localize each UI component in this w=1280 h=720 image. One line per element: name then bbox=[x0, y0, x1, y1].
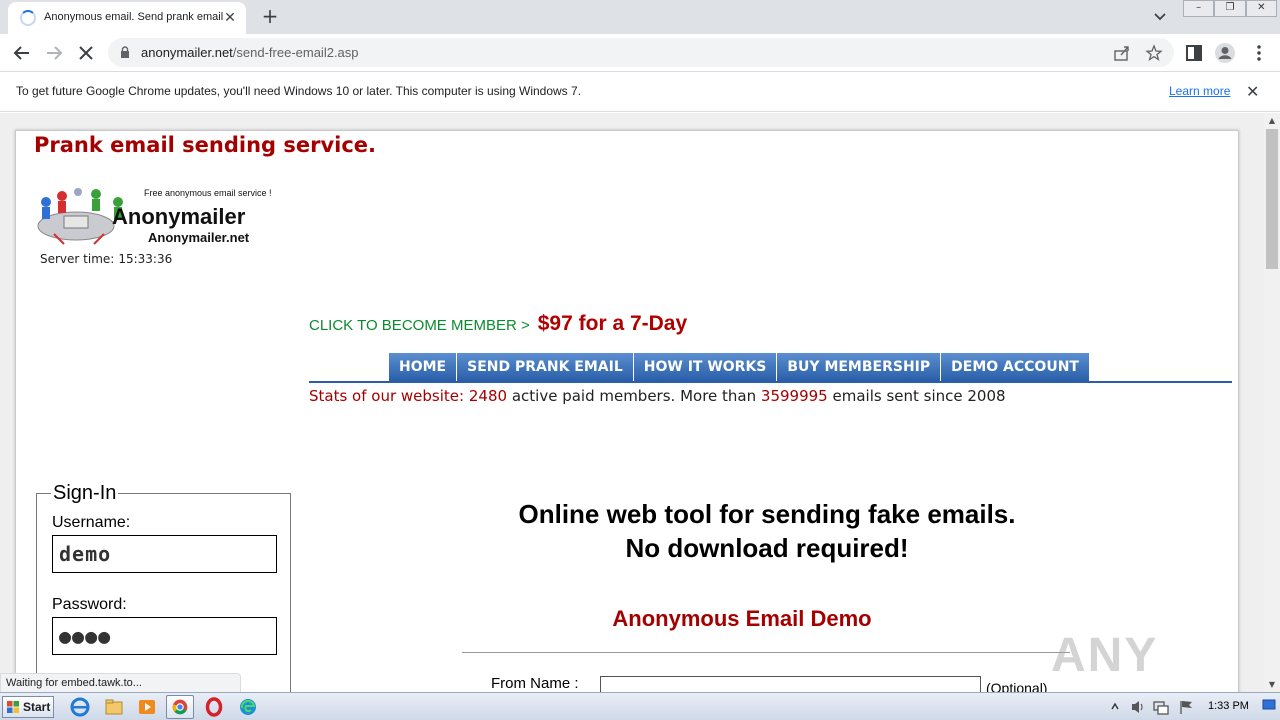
svg-text:Anonymailer.net: Anonymailer.net bbox=[148, 230, 250, 245]
tab-close-icon[interactable]: ✕ bbox=[220, 8, 240, 28]
page-brand-title: Prank email sending service. bbox=[34, 133, 377, 157]
restore-button[interactable]: ❐ bbox=[1214, 0, 1246, 17]
username-input[interactable]: demo bbox=[52, 535, 277, 573]
anonymailer-logo[interactable]: Free anonymous email service ! Anonymail… bbox=[34, 184, 274, 250]
svg-text:Anonymailer: Anonymailer bbox=[112, 204, 246, 229]
signin-box: Sign-In Username: demo Password: ●●●● bbox=[36, 482, 291, 692]
internet-explorer-icon[interactable] bbox=[66, 695, 94, 719]
from-name-input[interactable] bbox=[600, 676, 981, 692]
signin-legend: Sign-In bbox=[51, 482, 119, 505]
membership-price[interactable]: $97 for a 7-Day bbox=[538, 312, 687, 335]
media-player-icon[interactable] bbox=[133, 695, 161, 719]
close-window-button[interactable]: ✕ bbox=[1245, 0, 1277, 17]
page-headline: Online web tool for sending fake emails.… bbox=[396, 497, 1138, 565]
anyrun-watermark: ANY RUN bbox=[1051, 629, 1159, 692]
chrome-taskbar-icon[interactable] bbox=[166, 695, 194, 719]
server-time-value: 15:33:36 bbox=[118, 252, 173, 266]
headline-line-1: Online web tool for sending fake emails. bbox=[518, 499, 1016, 529]
lock-icon[interactable] bbox=[120, 46, 130, 59]
edge-icon[interactable] bbox=[234, 695, 262, 719]
server-time: Server time: 15:33:36 bbox=[40, 252, 172, 266]
scrollbar-thumb[interactable] bbox=[1266, 129, 1278, 269]
chrome-menu-icon[interactable] bbox=[1247, 41, 1271, 65]
stats-members-text: active paid members. More than bbox=[511, 387, 757, 405]
stats-emails-text: emails sent since 2008 bbox=[832, 387, 1006, 405]
bookmark-star-icon[interactable] bbox=[1145, 44, 1163, 62]
stop-loading-icon[interactable] bbox=[74, 41, 98, 65]
tab-title: Anonymous email. Send prank email. bbox=[44, 11, 224, 23]
nav-buy-membership[interactable]: BUY MEMBERSHIP bbox=[777, 353, 942, 381]
learn-more-link[interactable]: Learn more bbox=[1169, 84, 1230, 98]
password-input[interactable]: ●●●● bbox=[52, 617, 277, 655]
opera-icon[interactable] bbox=[200, 695, 228, 719]
forward-arrow-icon[interactable] bbox=[42, 41, 66, 65]
stats-label: Stats of our website: bbox=[309, 387, 465, 405]
svg-text:Free anonymous email service !: Free anonymous email service ! bbox=[144, 188, 272, 198]
windows-flag-icon bbox=[7, 701, 19, 713]
side-panel-icon[interactable] bbox=[1182, 41, 1206, 65]
stats-members-count: 2480 bbox=[468, 387, 508, 405]
nav-how-it-works[interactable]: HOW IT WORKS bbox=[633, 353, 778, 381]
infobar-close-icon[interactable]: ✕ bbox=[1246, 82, 1259, 101]
scroll-up-arrow-icon[interactable]: ▲ bbox=[1264, 113, 1280, 128]
site-stats: Stats of our website: 2480 active paid m… bbox=[309, 387, 1006, 405]
profile-avatar-icon[interactable] bbox=[1213, 41, 1237, 65]
share-icon[interactable] bbox=[1113, 44, 1131, 62]
page-container: Prank email sending service. Free anonym… bbox=[15, 130, 1239, 692]
tab-strip: Anonymous email. Send prank email. ✕ + –… bbox=[0, 0, 1280, 34]
demo-divider bbox=[462, 652, 1070, 653]
scroll-down-arrow-icon[interactable]: ▼ bbox=[1264, 677, 1280, 692]
nav-demo-account[interactable]: DEMO ACCOUNT bbox=[941, 353, 1090, 381]
stats-emails-count: 3599995 bbox=[760, 387, 828, 405]
browser-tab[interactable]: Anonymous email. Send prank email. ✕ bbox=[8, 2, 246, 34]
from-name-label: From Name : bbox=[491, 675, 579, 692]
windows-taskbar: Start 1:33 PM bbox=[0, 692, 1280, 720]
start-button[interactable]: Start bbox=[2, 696, 54, 718]
demo-form-title: Anonymous Email Demo bbox=[612, 606, 872, 631]
new-tab-button[interactable]: + bbox=[258, 5, 282, 29]
membership-cta: CLICK TO BECOME MEMBER > $97 for a 7-Day bbox=[309, 312, 687, 336]
loading-spinner-icon bbox=[20, 10, 36, 26]
nav-send-prank-email[interactable]: SEND PRANK EMAIL bbox=[457, 353, 634, 381]
vertical-scrollbar[interactable]: ▲ ▼ bbox=[1264, 113, 1280, 692]
from-name-optional: (Optional) bbox=[986, 680, 1048, 692]
become-member-link[interactable]: CLICK TO BECOME MEMBER > bbox=[309, 317, 530, 334]
minimize-button[interactable]: – bbox=[1183, 0, 1215, 17]
server-time-label: Server time: bbox=[40, 252, 115, 266]
headline-line-2: No download required! bbox=[625, 533, 909, 563]
url-text[interactable]: anonymailer.net/send-free-email2.asp bbox=[141, 45, 359, 60]
start-label: Start bbox=[23, 700, 51, 714]
notification-icon[interactable] bbox=[1262, 699, 1276, 711]
nav-home[interactable]: HOME bbox=[389, 353, 458, 381]
system-tray[interactable] bbox=[1106, 697, 1202, 717]
taskbar-clock[interactable]: 1:33 PM bbox=[1208, 700, 1249, 712]
address-bar[interactable]: anonymailer.net/send-free-email2.asp bbox=[108, 38, 1174, 67]
username-label: Username: bbox=[52, 514, 131, 531]
browser-toolbar: anonymailer.net/send-free-email2.asp bbox=[0, 34, 1280, 71]
back-arrow-icon[interactable] bbox=[10, 41, 34, 65]
infobar-message: To get future Google Chrome updates, you… bbox=[16, 84, 582, 98]
file-explorer-icon[interactable] bbox=[100, 695, 128, 719]
update-infobar: To get future Google Chrome updates, you… bbox=[0, 71, 1280, 112]
main-nav: HOME SEND PRANK EMAIL HOW IT WORKS BUY M… bbox=[389, 353, 1090, 381]
nav-divider bbox=[309, 381, 1232, 383]
tab-search-chevron-icon[interactable] bbox=[1150, 8, 1170, 26]
password-label: Password: bbox=[52, 596, 127, 613]
page-viewport: Prank email sending service. Free anonym… bbox=[0, 113, 1264, 692]
status-bubble: Waiting for embed.tawk.to... bbox=[0, 673, 241, 693]
window-controls: – ❐ ✕ bbox=[1183, 0, 1277, 17]
